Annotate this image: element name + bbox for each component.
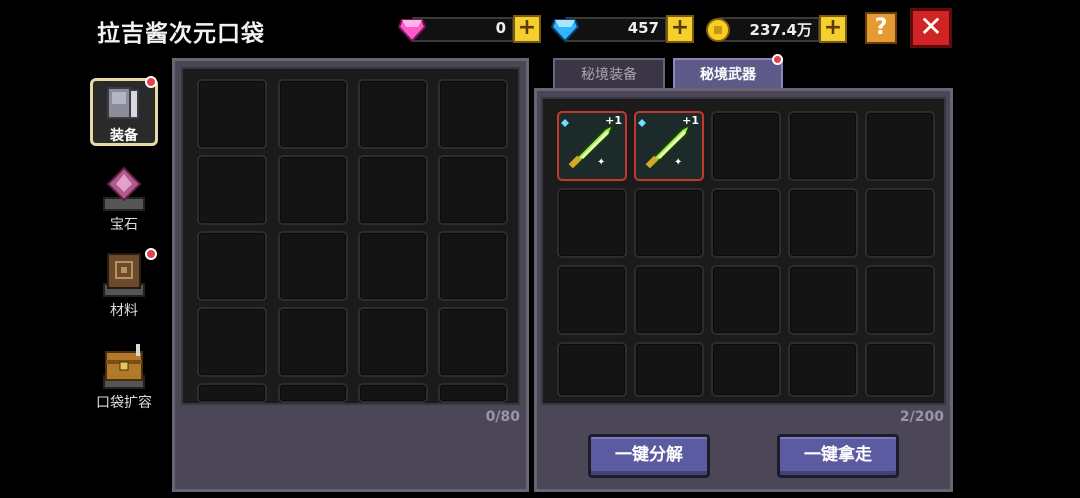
inventory-slot[interactable] — [711, 188, 781, 258]
inventory-slot[interactable] — [438, 383, 508, 403]
inventory-slot[interactable] — [557, 188, 627, 258]
gold-counter: 237.4万 + — [704, 14, 850, 44]
sidebar-item-expand-pocket[interactable]: 口袋扩容 — [88, 340, 160, 416]
material-book-icon — [103, 253, 145, 297]
inventory-slot[interactable] — [788, 188, 858, 258]
add-gold-button[interactable]: + — [819, 15, 847, 43]
inventory-slot[interactable] — [278, 231, 348, 301]
tab-secret-equipment[interactable]: 秘境装备 — [553, 58, 665, 90]
inventory-slot[interactable] — [358, 79, 428, 149]
gold-value: 237.4万 — [749, 21, 812, 39]
inventory-slot[interactable] — [438, 155, 508, 225]
inventory-slot[interactable] — [197, 383, 267, 403]
inventory-slot[interactable] — [711, 342, 781, 397]
item-level: +1 — [605, 114, 622, 127]
inventory-slot[interactable] — [557, 265, 627, 335]
inventory-slot[interactable] — [634, 265, 704, 335]
inventory-slot[interactable] — [788, 265, 858, 335]
inventory-slot[interactable] — [197, 79, 267, 149]
sidebar-item-label: 装备 — [110, 128, 138, 144]
inventory-slot[interactable] — [278, 383, 348, 403]
inventory-slot[interactable] — [278, 79, 348, 149]
sidebar-item-label: 宝石 — [110, 217, 138, 233]
backpack-capacity: 0/80 — [485, 409, 520, 425]
backpack-panel: 0/80 — [172, 58, 529, 492]
sidebar-item-label: 材料 — [110, 303, 138, 319]
inventory-slot[interactable] — [358, 383, 428, 403]
sidebar-item-label: 口袋扩容 — [96, 395, 152, 411]
weapon-item[interactable]: ✦ +1 — [634, 111, 704, 181]
notification-dot — [772, 54, 783, 65]
weapon-item[interactable]: ✦ +1 — [557, 111, 627, 181]
svg-text:✦: ✦ — [597, 157, 605, 168]
take-all-button[interactable]: 一键拿走 — [777, 434, 899, 478]
storage-capacity: 2/200 — [899, 409, 944, 425]
inventory-slot[interactable] — [197, 307, 267, 377]
blue-gem-value: 457 — [627, 19, 659, 37]
inventory-slot[interactable] — [358, 307, 428, 377]
item-level: +1 — [682, 114, 699, 127]
inventory-slot[interactable] — [634, 188, 704, 258]
page-title: 拉吉酱次元口袋 — [97, 21, 265, 47]
inventory-slot[interactable] — [865, 188, 935, 258]
add-blue-gem-button[interactable]: + — [666, 15, 694, 43]
notification-dot — [145, 76, 157, 88]
inventory-slot[interactable] — [865, 111, 935, 181]
gem-icon — [103, 166, 145, 211]
help-button[interactable]: ? — [865, 12, 897, 44]
blue-gem-counter: 457 + — [551, 14, 697, 44]
add-pink-gem-button[interactable]: + — [513, 15, 541, 43]
sidebar-item-gems[interactable]: 宝石 — [88, 162, 160, 238]
inventory-slot[interactable] — [438, 79, 508, 149]
inventory-slot[interactable] — [197, 155, 267, 225]
secret-storage-grid[interactable]: ✦ +1 ✦ +1 — [541, 97, 946, 405]
inventory-slot[interactable] — [438, 307, 508, 377]
inventory-slot[interactable] — [711, 265, 781, 335]
inventory-slot[interactable] — [278, 155, 348, 225]
inventory-slot[interactable] — [865, 265, 935, 335]
chest-icon — [103, 344, 145, 389]
inventory-slot[interactable] — [438, 231, 508, 301]
inventory-slot[interactable] — [711, 111, 781, 181]
decompose-all-button[interactable]: 一键分解 — [588, 434, 710, 478]
tab-secret-weapons[interactable]: 秘境武器 — [673, 58, 783, 90]
inventory-slot[interactable] — [358, 231, 428, 301]
pink-gem-counter: 0 + — [398, 14, 544, 44]
inventory-slot[interactable] — [634, 342, 704, 397]
inventory-slot[interactable] — [557, 342, 627, 397]
armor-icon — [107, 87, 139, 119]
inventory-slot[interactable] — [278, 307, 348, 377]
backpack-grid[interactable] — [181, 67, 520, 405]
secret-storage-panel: ✦ +1 ✦ +1 2/200 — [534, 88, 953, 492]
sidebar-item-equipment[interactable]: 装备 — [88, 76, 160, 154]
inventory-slot[interactable] — [788, 342, 858, 397]
inventory-slot[interactable] — [197, 231, 267, 301]
sidebar-item-materials[interactable]: 材料 — [88, 248, 160, 324]
close-button[interactable]: ✕ — [910, 8, 952, 48]
inventory-slot[interactable] — [865, 342, 935, 397]
notification-dot — [145, 248, 157, 260]
inventory-slot[interactable] — [788, 111, 858, 181]
inventory-slot[interactable] — [358, 155, 428, 225]
svg-text:✦: ✦ — [674, 157, 682, 168]
pink-gem-value: 0 — [495, 19, 506, 37]
